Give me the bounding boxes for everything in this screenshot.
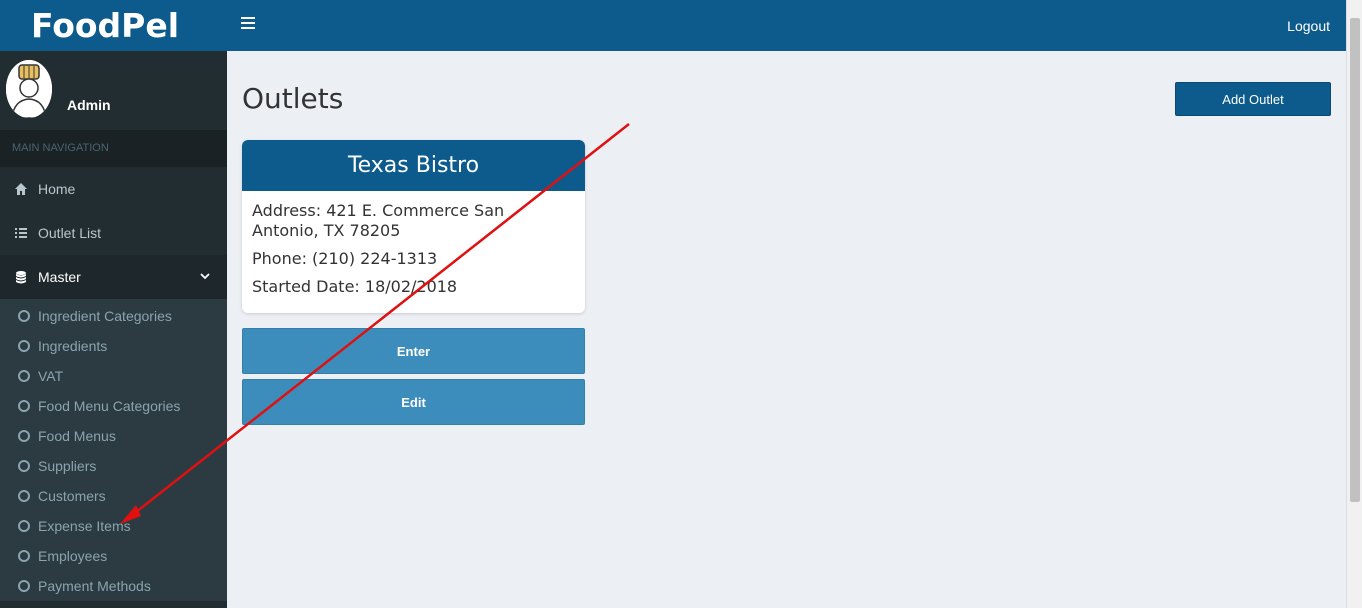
enter-button[interactable]: Enter <box>242 328 585 374</box>
sidebar: Admin MAIN NAVIGATION Home Outlet List M… <box>0 51 227 608</box>
circle-icon <box>18 580 30 592</box>
database-icon <box>16 271 26 284</box>
circle-icon <box>18 490 30 502</box>
submenu-label: Ingredient Categories <box>38 308 172 324</box>
outlet-phone: Phone: (210) 224-1313 <box>252 249 438 268</box>
submenu-label: Payment Methods <box>38 578 151 594</box>
submenu-label: Customers <box>38 488 106 504</box>
sidebar-item-outlet-list[interactable]: Outlet List <box>0 211 227 255</box>
submenu-item-employees[interactable]: Employees <box>0 541 227 571</box>
circle-icon <box>18 310 30 322</box>
edit-button[interactable]: Edit <box>242 379 585 425</box>
circle-icon <box>18 370 30 382</box>
user-panel: Admin <box>0 51 227 130</box>
submenu-item-food-menus[interactable]: Food Menus <box>0 421 227 451</box>
chef-avatar-icon <box>6 60 52 118</box>
circle-icon <box>18 400 30 412</box>
submenu-label: Employees <box>38 548 108 564</box>
sidebar-item-home[interactable]: Home <box>0 167 227 211</box>
outlet-address: Address: 421 E. Commerce San Antonio, TX… <box>252 201 505 240</box>
submenu-label: Expense Items <box>38 518 131 534</box>
outlet-name: Texas Bistro <box>242 140 585 191</box>
submenu-label: VAT <box>38 368 64 384</box>
sidebar-item-label: Outlet List <box>38 225 102 241</box>
circle-icon <box>18 340 30 352</box>
submenu-item-food-menu-categories[interactable]: Food Menu Categories <box>0 391 227 421</box>
logout-link[interactable]: Logout <box>1287 0 1330 51</box>
main-content: Outlets Add Outlet Texas Bistro Address:… <box>227 51 1346 608</box>
sidebar-item-master[interactable]: Master <box>0 255 227 299</box>
circle-icon <box>18 550 30 562</box>
submenu-label: Ingredients <box>38 338 108 354</box>
submenu-label: Food Menu Categories <box>38 398 181 414</box>
circle-icon <box>18 460 30 472</box>
outlet-started-date: Started Date: 18/02/2018 <box>252 277 458 296</box>
sidebar-item-label: Master <box>38 269 81 285</box>
submenu-item-ingredients[interactable]: Ingredients <box>0 331 227 361</box>
user-name: Admin <box>67 97 111 113</box>
submenu-item-suppliers[interactable]: Suppliers <box>0 451 227 481</box>
circle-icon <box>18 520 30 532</box>
sidebar-item-label: Home <box>38 181 76 197</box>
outlet-card: Texas Bistro Address: 421 E. Commerce Sa… <box>242 140 585 313</box>
page-title: Outlets <box>242 82 344 115</box>
add-outlet-button[interactable]: Add Outlet <box>1175 82 1331 116</box>
nav-header: MAIN NAVIGATION <box>0 130 227 167</box>
list-icon <box>15 228 27 238</box>
master-submenu: Ingredient Categories Ingredients VAT Fo… <box>0 299 227 601</box>
scrollbar-thumb[interactable] <box>1350 18 1360 502</box>
outlet-details: Address: 421 E. Commerce San Antonio, TX… <box>242 191 585 313</box>
home-icon <box>15 183 27 195</box>
hamburger-menu-icon[interactable] <box>241 17 255 31</box>
submenu-item-payment-methods[interactable]: Payment Methods <box>0 571 227 601</box>
submenu-item-expense-items[interactable]: Expense Items <box>0 511 227 541</box>
page-scrollbar[interactable] <box>1346 0 1362 608</box>
submenu-label: Suppliers <box>38 458 97 474</box>
submenu-item-customers[interactable]: Customers <box>0 481 227 511</box>
brand-logo[interactable]: FoodPel <box>0 0 227 51</box>
submenu-item-ingredient-categories[interactable]: Ingredient Categories <box>0 301 227 331</box>
top-navbar: FoodPel Logout <box>0 0 1346 51</box>
submenu-label: Food Menus <box>38 428 116 444</box>
submenu-item-vat[interactable]: VAT <box>0 361 227 391</box>
circle-icon <box>18 430 30 442</box>
chevron-down-icon <box>200 273 210 280</box>
